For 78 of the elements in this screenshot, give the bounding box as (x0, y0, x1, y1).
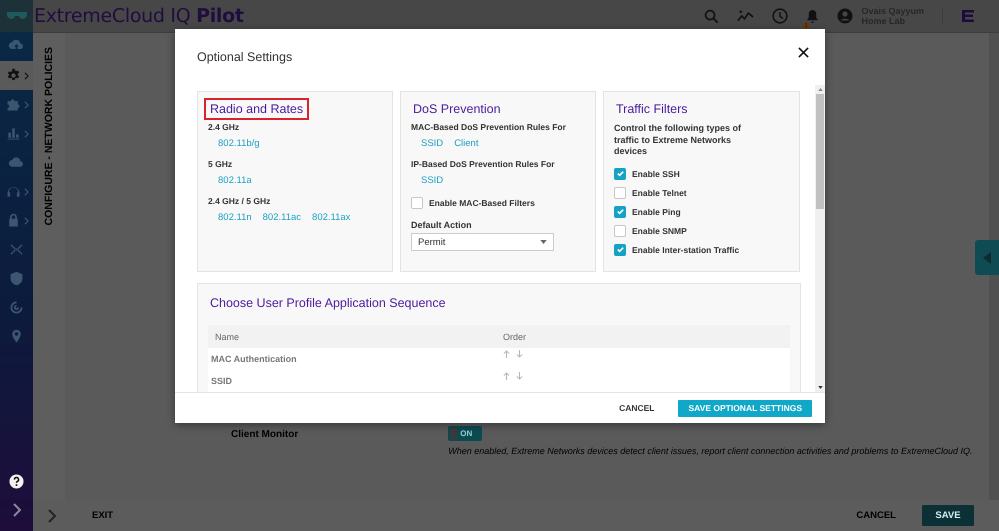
nav-item[interactable] (0, 61, 33, 90)
column-header: Order (502, 332, 528, 342)
table-cell-text: MAC Authentication (210, 354, 298, 364)
rules-label: MAC-Based DoS Prevention Rules For (411, 122, 566, 132)
arrow-up-icon[interactable] (503, 372, 510, 380)
rules-link[interactable]: SSID (421, 175, 444, 186)
close-icon[interactable] (798, 47, 809, 58)
checkbox[interactable] (614, 168, 626, 180)
card-title: Traffic Filters (615, 101, 689, 118)
checkbox-label: Enable Ping (632, 206, 681, 216)
checkmark-icon (616, 169, 624, 178)
toggle-switch[interactable]: ON (448, 426, 482, 441)
user-avatar-icon[interactable] (837, 8, 854, 24)
checkbox[interactable] (614, 206, 626, 218)
chevron-icon (24, 72, 28, 80)
checkmark-icon (616, 207, 624, 216)
checkbox[interactable] (411, 197, 423, 209)
save-button[interactable]: SAVE (922, 505, 974, 526)
field-label: Client Monitor (231, 429, 298, 442)
card-description: Control the following types of traffic to Extreme Networks devices (614, 123, 742, 158)
chevron-icon (24, 100, 28, 108)
chevron-icon (24, 216, 28, 224)
band-label: 2.4 GHz / 5 GHz (208, 196, 270, 206)
band-label: 5 GHz (208, 159, 232, 169)
card-title: Choose User Profile Application Sequence (209, 295, 447, 312)
default-action-dropdown[interactable]: Permit (411, 233, 554, 251)
caret-icon (540, 240, 547, 244)
rate-link[interactable]: 802.11n (218, 212, 252, 223)
rate-link[interactable]: 802.11a (218, 175, 252, 186)
checkbox-label: Enable SNMP (632, 226, 687, 236)
sparkle-chart-icon[interactable] (737, 9, 754, 23)
rate-link[interactable]: 802.11ax (312, 212, 350, 223)
card-title: Radio and Rates (204, 98, 310, 120)
rules-link[interactable]: SSID (421, 138, 444, 149)
checkbox-label: Enable MAC-Based Filters (429, 198, 535, 208)
card-title: DoS Prevention (412, 101, 502, 118)
checkbox[interactable] (614, 224, 626, 236)
checkbox-label: Enable SSH (632, 168, 680, 178)
chevron-icon (24, 130, 28, 138)
radar-icon (8, 299, 25, 316)
rate-link[interactable]: 802.11ac (262, 212, 302, 223)
hint-text: When enabled, Extreme Networks devices detect client issues, report client connection activities and problems to ExtremeCloud IQ. (448, 446, 972, 456)
arrow-up-icon[interactable] (503, 350, 510, 358)
chevron-icon[interactable] (12, 503, 20, 517)
bell-icon[interactable] (806, 8, 820, 24)
band-label: 2.4 GHz (208, 122, 240, 132)
page-scrollbar[interactable] (989, 33, 999, 500)
checkbox[interactable] (614, 186, 626, 198)
save-settings-button[interactable]: SAVE OPTIONAL SETTINGS (678, 400, 812, 416)
dialog-title: Optional Settings (197, 50, 292, 64)
arrow-down-icon[interactable] (516, 372, 523, 380)
exit-button[interactable]: EXIT (86, 509, 120, 522)
shield-icon (8, 270, 25, 287)
checkbox-label: Enable Inter-station Traffic (632, 244, 740, 254)
breadcrumb: CONFIGURE - NETWORK POLICIES (43, 47, 55, 226)
chevron-icon (24, 188, 28, 196)
clock-icon[interactable] (772, 8, 788, 24)
field-label: Default Action (411, 220, 472, 230)
cancel-button[interactable]: CANCEL (613, 402, 660, 414)
rate-link[interactable]: 802.11b/g (218, 138, 260, 149)
cancel-button[interactable]: CANCEL (850, 509, 902, 522)
panel-toggle-tab[interactable] (975, 240, 999, 275)
rules-label: IP-Based DoS Prevention Rules For (411, 159, 555, 169)
arrow-down-icon[interactable] (516, 350, 523, 358)
brand-logo-icon (961, 9, 975, 23)
checkbox[interactable] (614, 244, 626, 256)
checkmark-icon (616, 245, 624, 254)
chevron-icon[interactable] (48, 508, 56, 522)
caret-icon (983, 252, 991, 264)
checkbox-label: Enable Telnet (632, 188, 687, 198)
scroll-down-icon[interactable] (818, 386, 822, 389)
scrollbar[interactable] (815, 85, 825, 392)
table-cell-text: SSID (210, 376, 234, 386)
search-icon[interactable] (704, 8, 720, 24)
column-header: Name (214, 332, 240, 342)
app-title: ExtremeCloud IQ Pilot (34, 5, 244, 27)
scroll-up-icon[interactable] (818, 88, 822, 91)
rules-link[interactable]: Client (454, 138, 478, 149)
